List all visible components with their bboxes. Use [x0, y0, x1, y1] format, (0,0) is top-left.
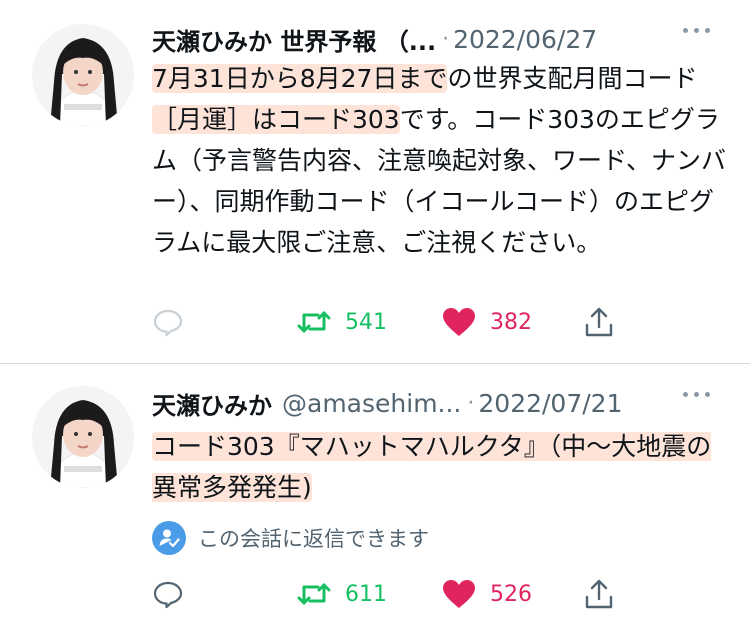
tweet-text: 7月31日から8月27日までの世界支配月間コード［月運］はコード303です。コー… [152, 58, 732, 263]
more-icon[interactable] [683, 28, 710, 33]
share-icon [585, 579, 613, 609]
reply-button[interactable] [152, 300, 184, 344]
retweet-count: 611 [345, 581, 387, 607]
tweet-header: 天瀬ひみか @amasehim... · 2022/07/21 [152, 386, 730, 420]
separator-dot: · [442, 26, 450, 52]
more-icon[interactable] [683, 392, 710, 397]
author-name[interactable]: 天瀬ひみか [152, 386, 272, 421]
like-count: 382 [490, 309, 532, 335]
tweet-header: 天瀬ひみか 世界予報 （... · 2022/06/27 [152, 22, 730, 56]
tweet-actions: 541 382 [152, 300, 622, 344]
retweet-button[interactable]: 541 [297, 300, 387, 344]
tweet-actions: 611 526 [152, 572, 622, 616]
tweet[interactable]: 天瀬ひみか @amasehim... · 2022/07/21 コード303『マ… [0, 364, 750, 634]
retweet-button[interactable]: 611 [297, 572, 387, 616]
tweet-date[interactable]: 2022/06/27 [453, 25, 597, 54]
avatar[interactable] [32, 24, 134, 126]
tweet-text: コード303『マハットマハルクタ』（中〜大地震の異常多発発生) [152, 426, 732, 508]
reply-restriction: この会話に返信できます [152, 518, 429, 558]
reply-restriction-label: この会話に返信できます [198, 527, 429, 551]
highlighted-text: 7月31日から8月27日まで [152, 64, 448, 93]
tweet[interactable]: 天瀬ひみか 世界予報 （... · 2022/06/27 7月31日から8月27… [0, 0, 750, 363]
like-count: 526 [490, 581, 532, 607]
share-button[interactable] [584, 300, 614, 344]
avatar[interactable] [32, 386, 134, 488]
retweet-count: 541 [345, 309, 387, 335]
reply-icon [153, 309, 183, 337]
share-button[interactable] [584, 572, 614, 616]
author-handle[interactable]: @amasehim... [282, 389, 461, 418]
retweet-icon [297, 311, 331, 333]
tweet-text-segment: の世界支配月間コード [447, 64, 698, 93]
tweet-date[interactable]: 2022/07/21 [478, 389, 622, 418]
highlighted-text: ［月運］はコード303 [152, 105, 400, 134]
like-button[interactable]: 526 [442, 572, 532, 616]
reply-button[interactable] [152, 572, 184, 616]
person-check-icon [152, 521, 186, 555]
share-icon [585, 307, 613, 337]
author-name[interactable]: 天瀬ひみか 世界予報 （... [152, 22, 436, 57]
separator-dot: · [467, 390, 475, 416]
heart-icon [443, 580, 475, 608]
highlighted-text: コード303『マハットマハルクタ』（中〜大地震の異常多発発生) [152, 432, 712, 502]
like-button[interactable]: 382 [442, 300, 532, 344]
reply-icon [153, 581, 183, 609]
heart-icon [443, 308, 475, 336]
retweet-icon [297, 583, 331, 605]
